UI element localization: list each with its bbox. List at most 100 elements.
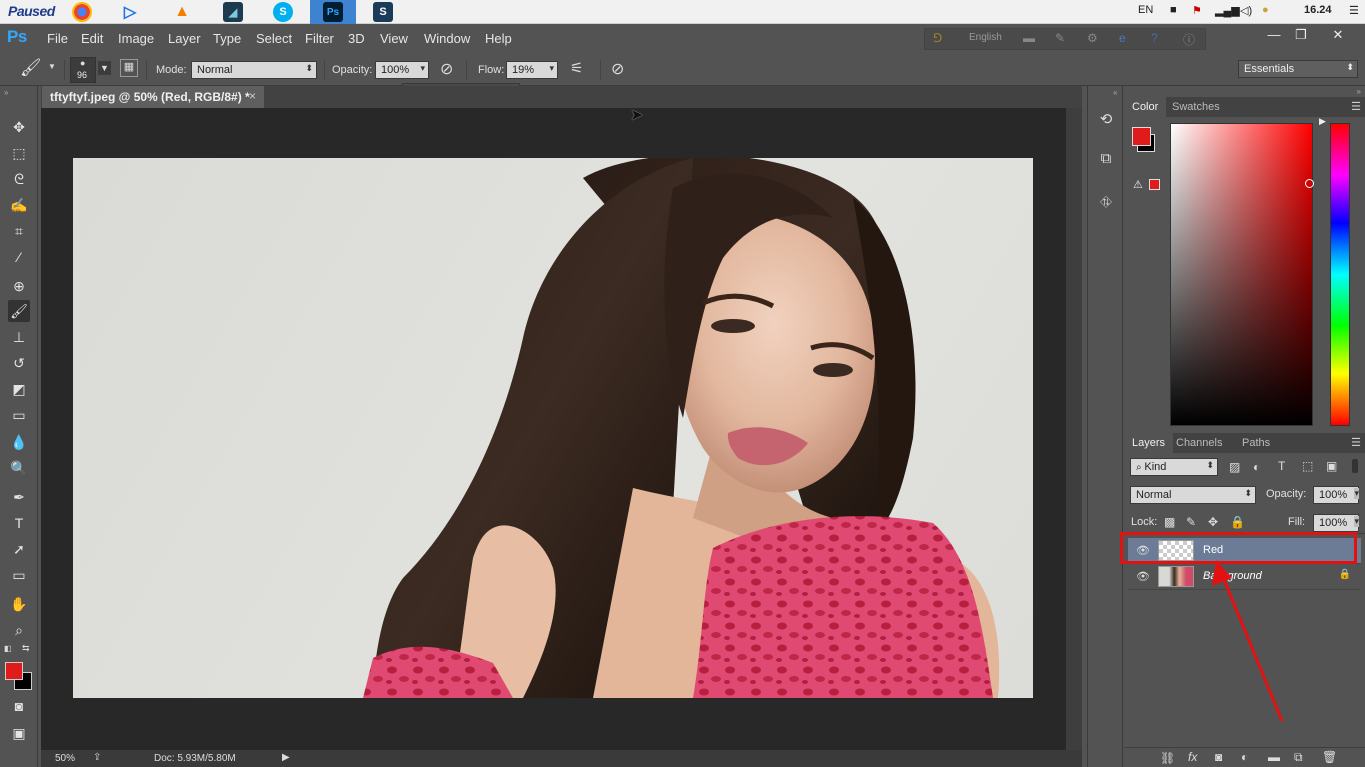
expand-icon[interactable]: «	[1113, 88, 1117, 97]
clock[interactable]: 16.24	[1304, 4, 1332, 16]
volume-icon[interactable]: ◁)	[1240, 4, 1252, 17]
eyedropper-tool-icon[interactable]: ⁄	[8, 246, 30, 268]
settings-icon[interactable]: ⚙	[1087, 31, 1098, 45]
ime-logo-icon[interactable]: ⅁	[933, 31, 942, 45]
filter-pixel-icon[interactable]: ▨	[1229, 460, 1240, 474]
menu-help[interactable]: Help	[485, 31, 512, 46]
new-group-icon[interactable]: ▬	[1268, 750, 1280, 764]
tab-color[interactable]: Color	[1124, 97, 1167, 117]
menu-window[interactable]: Window	[424, 31, 470, 46]
quick-mask-icon[interactable]: ◙	[8, 695, 30, 717]
layer-filter-dropdown[interactable]: ⌕ Kind ⬍	[1130, 458, 1218, 476]
skype-icon[interactable]: S	[273, 2, 293, 22]
status-menu-arrow[interactable]: ▶	[282, 752, 290, 763]
menu-filter[interactable]: Filter	[305, 31, 334, 46]
close-button[interactable]: ✕	[1326, 27, 1350, 47]
pressure-opacity-icon[interactable]: ⊘	[440, 59, 453, 79]
lock-image-icon[interactable]: ✎	[1186, 515, 1196, 529]
type-tool-icon[interactable]: T	[8, 512, 30, 534]
crop-tool-icon[interactable]: ⌗	[8, 220, 30, 242]
pressure-size-icon[interactable]: ⊘	[611, 59, 624, 79]
swap-colors-icon[interactable]: ⇆	[22, 643, 30, 654]
play-icon[interactable]: ▷	[120, 2, 140, 22]
history-panel-icon[interactable]: ⟲	[1095, 110, 1117, 132]
flag-icon[interactable]: ⚑	[1192, 4, 1202, 17]
path-selection-tool-icon[interactable]: ➚	[8, 538, 30, 560]
menu-view[interactable]: View	[380, 31, 408, 46]
workspace-dropdown[interactable]: Essentials ⬍	[1238, 60, 1358, 78]
lasso-tool-icon[interactable]: ᘓ	[8, 168, 30, 190]
opacity-field[interactable]: 100% ▾	[375, 61, 429, 79]
add-mask-icon[interactable]: ◙	[1215, 750, 1222, 764]
menu-type[interactable]: Type	[213, 31, 241, 46]
s-app-icon[interactable]: S	[373, 2, 393, 22]
zoom-level[interactable]: 50%	[55, 753, 75, 764]
preset-dropdown-arrow[interactable]: ▼	[48, 62, 56, 71]
info-icon[interactable]: ⓘ	[1183, 31, 1195, 48]
gamut-swatch[interactable]	[1149, 179, 1160, 190]
network-icon[interactable]: ▂▄▆	[1215, 4, 1240, 17]
menu-3d[interactable]: 3D	[348, 31, 365, 46]
color-field[interactable]	[1170, 123, 1314, 426]
keyboard-icon[interactable]: ▬	[1023, 31, 1035, 45]
tab-swatches[interactable]: Swatches	[1164, 97, 1228, 117]
mode-dropdown[interactable]: Normal ⬍	[191, 61, 317, 79]
tab-layers[interactable]: Layers	[1124, 433, 1174, 453]
default-colors-icon[interactable]: ◧	[4, 644, 12, 653]
menu-select[interactable]: Select	[256, 31, 292, 46]
filter-toggle-switch[interactable]	[1352, 459, 1358, 473]
hue-slider-handle[interactable]: ▶	[1319, 116, 1326, 127]
weather-icon[interactable]: ●	[1262, 4, 1269, 16]
share-icon[interactable]: ⇪	[93, 752, 101, 763]
menu-image[interactable]: Image	[118, 31, 154, 46]
brush-tool-icon[interactable]: 🖌	[8, 300, 30, 322]
lock-transparent-icon[interactable]: ▩	[1164, 515, 1175, 529]
menu-file[interactable]: File	[47, 31, 68, 46]
app-icon[interactable]: ◢	[223, 2, 243, 22]
brush-picker-arrow[interactable]: ▼	[98, 61, 111, 75]
tab-channels[interactable]: Channels	[1168, 433, 1230, 453]
lock-position-icon[interactable]: ✥	[1208, 515, 1218, 529]
taskbar-menu-icon[interactable]: ☰	[1349, 4, 1359, 17]
hand-tool-icon[interactable]: ✋	[8, 593, 30, 615]
quick-selection-tool-icon[interactable]: ✍	[8, 194, 30, 216]
pen-tool-icon[interactable]: ✒	[8, 486, 30, 508]
dodge-tool-icon[interactable]: 🔍	[8, 457, 30, 479]
restore-button[interactable]: ❐	[1289, 27, 1313, 47]
brush-size-preview[interactable]: ● 96	[70, 57, 96, 83]
photoshop-icon[interactable]: Ps	[323, 2, 343, 22]
delete-layer-icon[interactable]: 🗑	[1322, 750, 1337, 764]
color-picker-ring[interactable]	[1305, 179, 1314, 188]
language-indicator[interactable]: EN	[1138, 4, 1153, 16]
browser-icon[interactable]: e	[1119, 31, 1126, 45]
fill-field[interactable]: 100% ▾	[1313, 514, 1359, 532]
brush-tool-preset-icon[interactable]: 🖌	[20, 58, 42, 78]
eraser-tool-icon[interactable]: ◩	[8, 378, 30, 400]
vlc-icon[interactable]: ▲	[172, 2, 192, 22]
collapse-panels-icon[interactable]: »	[1357, 87, 1361, 96]
ime-language[interactable]: English	[969, 32, 1002, 43]
minimize-button[interactable]: —	[1262, 27, 1286, 47]
layer-opacity-field[interactable]: 100% ▾	[1313, 486, 1359, 504]
close-tab-icon[interactable]: ×	[249, 89, 256, 103]
menu-edit[interactable]: Edit	[81, 31, 103, 46]
marquee-tool-icon[interactable]: ⬚	[8, 142, 30, 164]
rectangle-tool-icon[interactable]: ▭	[8, 564, 30, 586]
filter-smart-object-icon[interactable]: ▣	[1326, 459, 1337, 473]
airbrush-icon[interactable]: ⚟	[570, 59, 583, 77]
lock-all-icon[interactable]: 🔒	[1230, 515, 1245, 529]
filter-adjustment-icon[interactable]: ◐	[1253, 460, 1260, 474]
filter-type-icon[interactable]: T	[1278, 459, 1285, 473]
pen-icon[interactable]: ✎	[1055, 31, 1065, 45]
blur-tool-icon[interactable]: 💧	[8, 431, 30, 453]
chrome-icon[interactable]	[72, 2, 92, 22]
gradient-tool-icon[interactable]: ▭	[8, 404, 30, 426]
color-fg-swatch[interactable]	[1132, 127, 1151, 146]
properties-panel-icon[interactable]: ⛗	[1095, 194, 1117, 216]
menu-layer[interactable]: Layer	[168, 31, 201, 46]
healing-brush-tool-icon[interactable]: ⊕	[8, 275, 30, 297]
help-circle-icon[interactable]: ?	[1151, 31, 1158, 45]
adjustment-layer-icon[interactable]: ◐	[1241, 750, 1248, 764]
new-layer-icon[interactable]: ⧉	[1294, 750, 1303, 765]
flow-field[interactable]: 19% ▾	[506, 61, 558, 79]
